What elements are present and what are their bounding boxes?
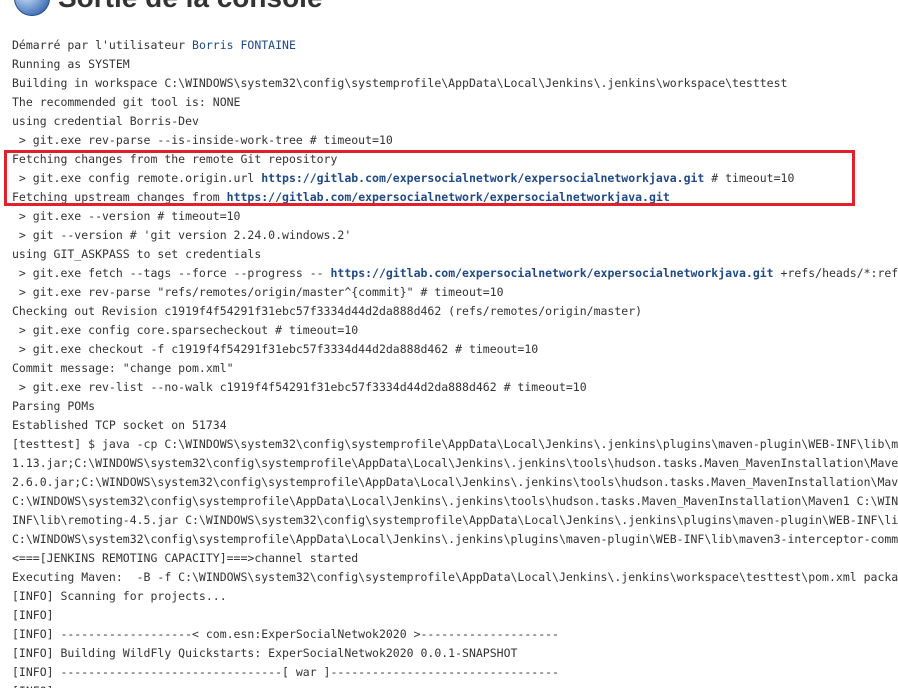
console-line: Established TCP socket on 51734 [12,416,898,435]
console-line-text: > git --version # 'git version 2.24.0.wi… [12,228,352,242]
console-line-text: [INFO] Scanning for projects... [12,589,227,603]
console-line-text: [INFO] -------------------< com.esn:Expe… [12,627,559,641]
console-line: > git.exe checkout -f c1919f4f54291f31eb… [12,340,898,359]
console-line: Commit message: "change pom.xml" [12,359,898,378]
highlight-box [4,150,855,206]
console-line-text: [INFO] [12,684,54,688]
console-line: using GIT_ASKPASS to set credentials [12,245,898,264]
console-line-text: C:\WINDOWS\system32\config\systemprofile… [12,532,898,546]
console-line: 2.6.0.jar;C:\WINDOWS\system32\config\sys… [12,473,898,492]
console-line-text: Checking out Revision c1919f4f54291f31eb… [12,304,643,318]
console-line: C:\WINDOWS\system32\config\systemprofile… [12,492,898,511]
console-line: Parsing POMs [12,397,898,416]
console-line: > git.exe rev-parse "refs/remotes/origin… [12,283,898,302]
console-line-text: Executing Maven: -B -f C:\WINDOWS\system… [12,570,898,584]
console-line: [INFO] -------------------< com.esn:Expe… [12,625,898,644]
console-line: > git.exe config core.sparsecheckout # t… [12,321,898,340]
page-header: Sortie de la console [14,0,323,18]
console-line: Running as SYSTEM [12,55,898,74]
console-line-text: > git.exe rev-parse --is-inside-work-tre… [12,133,393,147]
console-line-text: > git.exe checkout -f c1919f4f54291f31eb… [12,342,539,356]
console-line: Executing Maven: -B -f C:\WINDOWS\system… [12,568,898,587]
console-line: Démarré par l'utilisateur Borris FONTAIN… [12,36,898,55]
console-line: Building in workspace C:\WINDOWS\system3… [12,74,898,93]
console-line-text: > git.exe rev-list --no-walk c1919f4f542… [12,380,587,394]
user-link[interactable]: Borris FONTAINE [192,38,296,52]
console-line-text: [INFO] Building WildFly Quickstarts: Exp… [12,646,518,660]
console-output: Démarré par l'utilisateur Borris FONTAIN… [12,36,898,688]
console-line: > git.exe rev-list --no-walk c1919f4f542… [12,378,898,397]
console-line-text: [INFO] [12,608,54,622]
console-line-text: The recommended git tool is: NONE [12,95,241,109]
console-line-text: Building in workspace C:\WINDOWS\system3… [12,76,788,90]
console-line: [INFO] [12,682,898,688]
console-line: > git.exe rev-parse --is-inside-work-tre… [12,131,898,150]
console-line-text: using credential Borris-Dev [12,114,199,128]
console-line-suffix: +refs/heads/*:refs/remotes/origin/* [780,266,898,280]
console-line-text: [INFO] --------------------------------[… [12,665,559,679]
console-line-text: [testtest] $ java -cp C:\WINDOWS\system3… [12,437,898,451]
console-line-text: 1.13.jar;C:\WINDOWS\system32\config\syst… [12,456,898,470]
console-line: [INFO] [12,606,898,625]
console-line-text: > git.exe fetch --tags --force --progres… [12,266,331,280]
console-line-text: INF\lib\remoting-4.5.jar C:\WINDOWS\syst… [12,513,898,527]
console-line: using credential Borris-Dev [12,112,898,131]
console-line-text: > git.exe --version # timeout=10 [12,209,241,223]
console-line: C:\WINDOWS\system32\config\systemprofile… [12,530,898,549]
console-line: Checking out Revision c1919f4f54291f31eb… [12,302,898,321]
console-line: 1.13.jar;C:\WINDOWS\system32\config\syst… [12,454,898,473]
console-line-text: Established TCP socket on 51734 [12,418,227,432]
console-line: > git.exe --version # timeout=10 [12,207,898,226]
console-line-text: <===[JENKINS REMOTING CAPACITY]===>chann… [12,551,359,565]
console-line: [INFO] --------------------------------[… [12,663,898,682]
console-line-text: > git.exe config core.sparsecheckout # t… [12,323,359,337]
console-line: [testtest] $ java -cp C:\WINDOWS\system3… [12,435,898,454]
console-line-text: 2.6.0.jar;C:\WINDOWS\system32\config\sys… [12,475,898,489]
console-line: The recommended git tool is: NONE [12,93,898,112]
repository-link[interactable]: https://gitlab.com/expersocialnetwork/ex… [331,266,774,280]
console-line-text: > git.exe rev-parse "refs/remotes/origin… [12,285,504,299]
console-line: > git --version # 'git version 2.24.0.wi… [12,226,898,245]
console-line-text: Commit message: "change pom.xml" [12,361,234,375]
console-line: > git.exe fetch --tags --force --progres… [12,264,898,283]
console-line: [INFO] Building WildFly Quickstarts: Exp… [12,644,898,663]
console-line-text: Parsing POMs [12,399,96,413]
globe-icon [14,0,50,16]
console-line-text: C:\WINDOWS\system32\config\systemprofile… [12,494,898,508]
page-title: Sortie de la console [58,0,323,18]
console-line: [INFO] Scanning for projects... [12,587,898,606]
console-line: <===[JENKINS REMOTING CAPACITY]===>chann… [12,549,898,568]
console-line: INF\lib\remoting-4.5.jar C:\WINDOWS\syst… [12,511,898,530]
console-line-text: using GIT_ASKPASS to set credentials [12,247,262,261]
console-line-text: Démarré par l'utilisateur [12,38,193,52]
console-line-text: Running as SYSTEM [12,57,130,71]
